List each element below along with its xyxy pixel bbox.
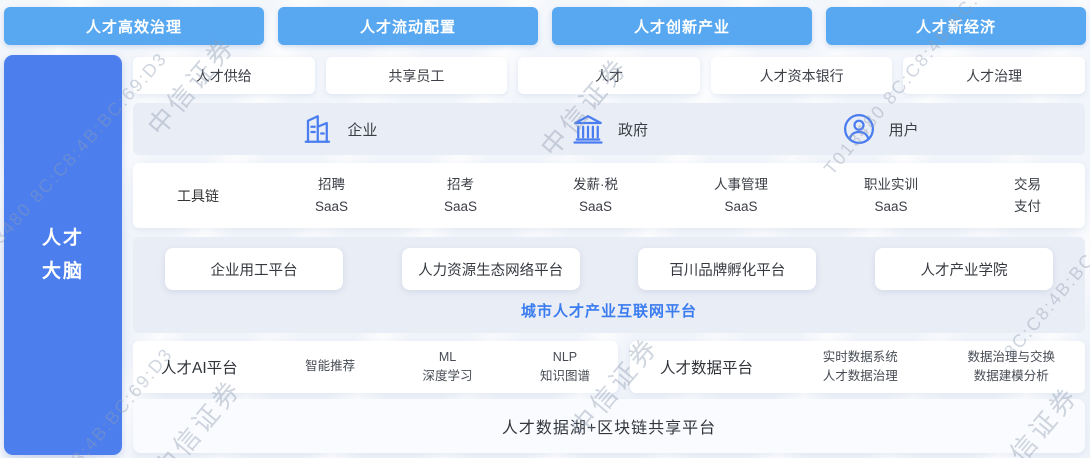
actor-label-user: 用户 — [889, 119, 919, 140]
tool-line1: 发薪·税 — [573, 174, 618, 196]
bottom-bar-data-lake-blockchain: 人才数据湖+区块链共享平台 — [133, 399, 1085, 453]
ai-item-smart-recommendation: 智能推荐 — [305, 357, 355, 376]
actor-enterprise: 企业 — [299, 111, 377, 147]
platform-box-enterprise-employment: 企业用工平台 — [165, 248, 343, 290]
platform-box-talent-industry-college: 人才产业学院 — [875, 248, 1053, 290]
tool-line2: SaaS — [444, 196, 477, 218]
bottom-bar-label: 人才数据湖+区块链共享平台 — [502, 414, 716, 438]
building-icon — [299, 111, 335, 147]
sidebar-title-line2: 大脑 — [42, 255, 84, 288]
data-item-exchange-modeling: 数据治理与交换 数据建模分析 — [967, 348, 1055, 387]
bank-icon — [570, 111, 606, 147]
tool-vocational-training-saas: 职业实训 SaaS — [864, 174, 918, 217]
ai-item-ml-deep-learning: ML 深度学习 — [423, 348, 473, 387]
actor-user: 用户 — [841, 111, 919, 147]
panel-line2: 知识图谱 — [540, 367, 590, 386]
talent-brain-architecture-diagram: 人才高效治理 人才流动配置 人才创新产业 人才新经济 人才 大脑 人才供给 共享… — [0, 0, 1090, 458]
top-button-flow-allocation: 人才流动配置 — [278, 7, 538, 45]
tool-line1: 人事管理 — [714, 174, 768, 196]
tool-line2: SaaS — [864, 196, 918, 218]
supply-row: 人才供给 共享员工 人才 人才资本银行 人才治理 — [133, 57, 1085, 94]
tool-line2: SaaS — [315, 196, 348, 218]
top-button-efficient-governance: 人才高效治理 — [4, 7, 264, 45]
tool-line2: 支付 — [1014, 196, 1041, 218]
tool-recruiting-saas: 招聘 SaaS — [315, 174, 348, 217]
data-platform-panel: 人才数据平台 实时数据系统 人才数据治理 数据治理与交换 数据建模分析 — [630, 341, 1085, 393]
tool-line1: 招聘 — [315, 174, 348, 196]
panel-line1: 智能推荐 — [305, 357, 355, 376]
panel-line1: ML — [423, 348, 473, 367]
user-icon — [841, 111, 877, 147]
panel-line2: 深度学习 — [423, 367, 473, 386]
panel-line2: 人才数据治理 — [823, 367, 898, 386]
top-button-new-economy: 人才新经济 — [826, 7, 1086, 45]
panel-line1: NLP — [540, 348, 590, 367]
panel-line1: 实时数据系统 — [823, 348, 898, 367]
actor-label-government: 政府 — [618, 119, 648, 140]
toolchain-panel: 工具链 招聘 SaaS 招考 SaaS 发薪·税 SaaS 人事管理 SaaS … — [133, 163, 1085, 228]
panel-line2: 数据建模分析 — [967, 367, 1055, 386]
tool-line1: 招考 — [444, 174, 477, 196]
supply-box-shared-staff: 共享员工 — [326, 57, 508, 94]
data-item-realtime-governance: 实时数据系统 人才数据治理 — [823, 348, 898, 387]
tool-exam-saas: 招考 SaaS — [444, 174, 477, 217]
supply-box-talent: 人才 — [518, 57, 700, 94]
panel-line1: 数据治理与交换 — [967, 348, 1055, 367]
tool-line1: 交易 — [1014, 174, 1041, 196]
data-platform-title: 人才数据平台 — [660, 356, 753, 378]
tool-hr-management-saas: 人事管理 SaaS — [714, 174, 768, 217]
platform-panel: 企业用工平台 人力资源生态网络平台 百川品牌孵化平台 人才产业学院 城市人才产业… — [133, 237, 1085, 333]
ai-platform-title: 人才AI平台 — [161, 356, 238, 378]
top-button-row: 人才高效治理 人才流动配置 人才创新产业 人才新经济 — [4, 7, 1086, 45]
supply-box-talent-capital-bank: 人才资本银行 — [711, 57, 893, 94]
ai-platform-panel: 人才AI平台 智能推荐 ML 深度学习 NLP 知识图谱 — [133, 341, 618, 393]
toolchain-title: 工具链 — [177, 186, 219, 206]
platform-caption: 城市人才产业互联网平台 — [133, 300, 1085, 321]
top-button-innovation-industry: 人才创新产业 — [552, 7, 812, 45]
actors-band: 企业 政府 — [133, 103, 1085, 155]
actor-government: 政府 — [570, 111, 648, 147]
sidebar-talent-brain: 人才 大脑 — [4, 55, 122, 455]
tool-line2: SaaS — [714, 196, 768, 218]
sidebar-title-line1: 人才 — [42, 222, 84, 255]
actor-label-enterprise: 企业 — [347, 119, 377, 140]
supply-box-talent-governance: 人才治理 — [903, 57, 1085, 94]
tool-payroll-tax-saas: 发薪·税 SaaS — [573, 174, 618, 217]
platform-box-baichuan-brand-incubation: 百川品牌孵化平台 — [638, 248, 816, 290]
tool-trade-payment: 交易 支付 — [1014, 174, 1041, 217]
platform-box-hr-ecosystem-network: 人力资源生态网络平台 — [402, 248, 580, 290]
supply-box-talent-supply: 人才供给 — [133, 57, 315, 94]
ai-item-nlp-knowledge-graph: NLP 知识图谱 — [540, 348, 590, 387]
tool-line1: 职业实训 — [864, 174, 918, 196]
platform-box-row: 企业用工平台 人力资源生态网络平台 百川品牌孵化平台 人才产业学院 — [165, 248, 1053, 290]
tool-line2: SaaS — [573, 196, 618, 218]
